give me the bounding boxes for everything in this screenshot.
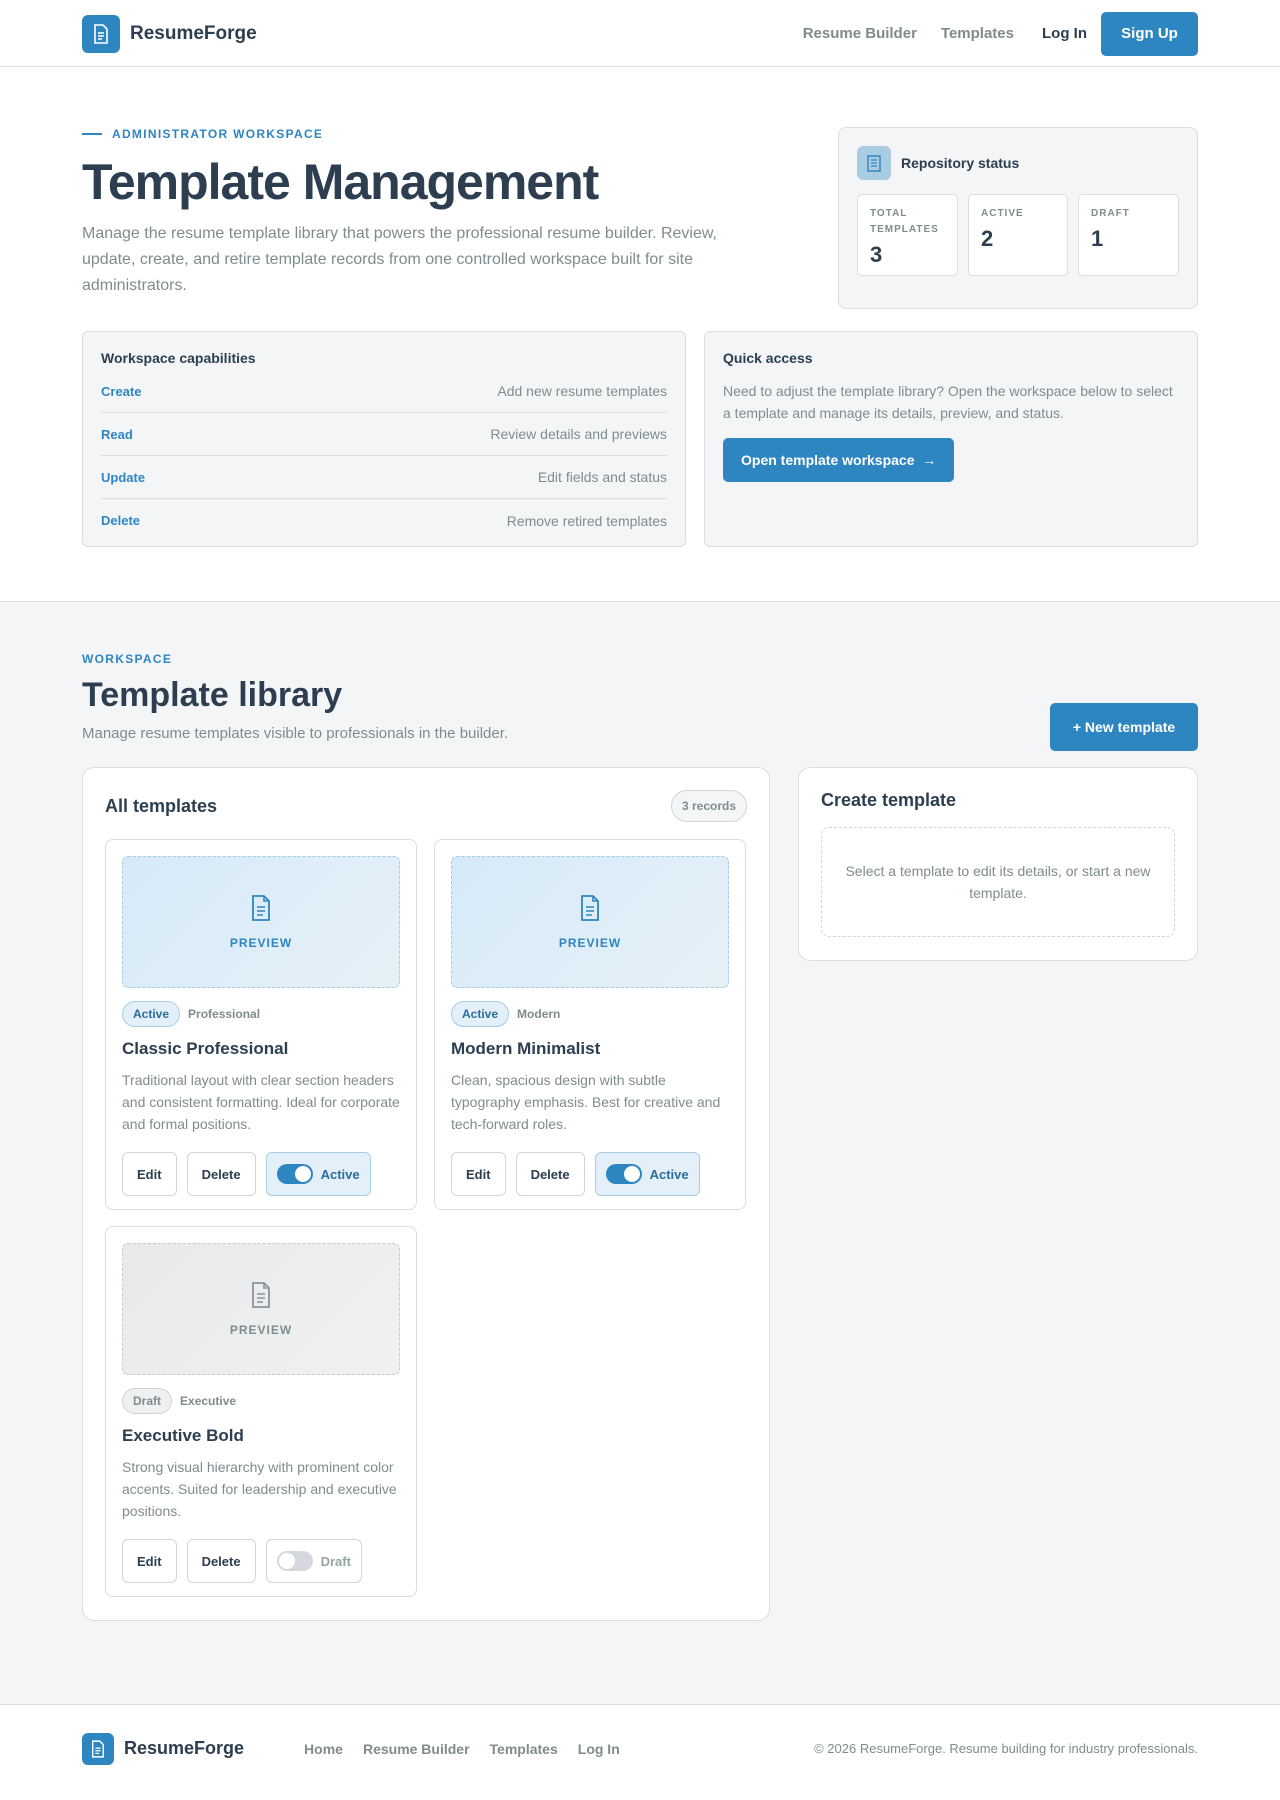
quick-access-text: Need to adjust the template library? Ope… bbox=[723, 383, 1173, 421]
status-title: Repository status bbox=[901, 155, 1020, 171]
status-badge: Active bbox=[451, 1001, 510, 1027]
hero-section: ADMINISTRATOR WORKSPACE Template Managem… bbox=[0, 67, 1280, 602]
footer-brand[interactable]: ResumeForge bbox=[82, 1732, 244, 1765]
category-label: Professional bbox=[188, 1007, 261, 1021]
capability-row: Delete Remove retired templates bbox=[101, 512, 667, 529]
stat-active: ACTIVE 2 bbox=[968, 194, 1069, 276]
nav-login[interactable]: Log In bbox=[1042, 25, 1087, 42]
template-preview[interactable]: PREVIEW bbox=[122, 1243, 400, 1375]
footer-link-resume-builder[interactable]: Resume Builder bbox=[363, 1741, 470, 1757]
template-preview[interactable]: PREVIEW bbox=[122, 856, 400, 988]
workspace-eyebrow: WORKSPACE bbox=[82, 652, 173, 666]
status-toggle[interactable]: Active bbox=[594, 1152, 700, 1196]
template-library-panel: All templates 3 records PREVIEW Active P… bbox=[82, 767, 770, 1621]
nav-resume-builder[interactable]: Resume Builder bbox=[803, 25, 917, 42]
open-workspace-button[interactable]: Open template workspace → bbox=[723, 438, 955, 482]
nav-templates[interactable]: Templates bbox=[941, 25, 1014, 42]
edit-button[interactable]: Edit bbox=[451, 1152, 506, 1196]
toggle-switch[interactable] bbox=[276, 1164, 313, 1184]
document-icon bbox=[251, 894, 271, 926]
edit-button[interactable]: Edit bbox=[122, 1152, 177, 1196]
toggle-switch[interactable] bbox=[276, 1551, 313, 1571]
main-nav: Resume Builder Templates Log In Sign Up bbox=[779, 11, 1198, 56]
edit-button[interactable]: Edit bbox=[122, 1539, 177, 1583]
template-description: Strong visual hierarchy with prominent c… bbox=[122, 1459, 397, 1519]
category-label: Executive bbox=[180, 1394, 237, 1408]
create-title: Create template bbox=[821, 790, 957, 810]
category-label: Modern bbox=[517, 1007, 561, 1021]
stat-total: TOTAL TEMPLATES 3 bbox=[857, 194, 958, 276]
delete-button[interactable]: Delete bbox=[186, 1152, 256, 1196]
repository-status-card: Repository status TOTAL TEMPLATES 3 ACTI… bbox=[838, 127, 1198, 309]
site-footer: ResumeForge Home Resume Builder Template… bbox=[0, 1705, 1280, 1792]
template-description: Traditional layout with clear section he… bbox=[122, 1072, 400, 1132]
status-toggle[interactable]: Active bbox=[265, 1152, 371, 1196]
brand-link[interactable]: ResumeForge bbox=[82, 14, 257, 53]
capability-row: Update Edit fields and status bbox=[101, 456, 667, 499]
toggle-switch[interactable] bbox=[605, 1164, 642, 1184]
footer-link-login[interactable]: Log In bbox=[578, 1741, 620, 1757]
delete-button[interactable]: Delete bbox=[515, 1152, 585, 1196]
workspace-title: Template library bbox=[82, 676, 343, 714]
status-badge: Active bbox=[122, 1001, 181, 1027]
copyright: © 2026 ResumeForge. Resume building for … bbox=[814, 1741, 1198, 1756]
stat-draft: DRAFT 1 bbox=[1078, 194, 1180, 276]
template-name: Executive Bold bbox=[122, 1426, 244, 1445]
create-template-panel: Create template Select a template to edi… bbox=[798, 767, 1198, 961]
quick-access-title: Quick access bbox=[723, 350, 813, 366]
document-icon bbox=[580, 894, 600, 926]
footer-link-home[interactable]: Home bbox=[304, 1741, 343, 1757]
workspace-section: WORKSPACE Template library Manage resume… bbox=[0, 602, 1280, 1705]
template-preview[interactable]: PREVIEW bbox=[451, 856, 729, 988]
document-icon bbox=[857, 146, 891, 180]
template-card[interactable]: PREVIEW Draft Executive Executive Bold S… bbox=[105, 1226, 417, 1597]
brand-name: ResumeForge bbox=[130, 22, 257, 44]
template-name: Classic Professional bbox=[122, 1039, 289, 1058]
template-card[interactable]: PREVIEW Active Modern Modern Minimalist … bbox=[434, 839, 746, 1210]
signup-button[interactable]: Sign Up bbox=[1101, 11, 1198, 56]
capabilities-title: Workspace capabilities bbox=[101, 350, 256, 366]
template-card[interactable]: PREVIEW Active Professional Classic Prof… bbox=[105, 839, 417, 1210]
template-name: Modern Minimalist bbox=[451, 1039, 601, 1058]
quick-access-panel: Quick access Need to adjust the template… bbox=[704, 331, 1198, 547]
document-icon bbox=[82, 14, 120, 53]
status-toggle[interactable]: Draft bbox=[265, 1539, 362, 1583]
hero-lead: Manage the resume template library that … bbox=[82, 225, 717, 294]
workspace-subtitle: Manage resume templates visible to profe… bbox=[82, 725, 509, 742]
status-badge: Draft bbox=[122, 1388, 173, 1414]
document-icon bbox=[82, 1732, 114, 1765]
empty-state: Select a template to edit its details, o… bbox=[821, 827, 1175, 937]
capability-row: Read Review details and previews bbox=[101, 413, 667, 456]
delete-button[interactable]: Delete bbox=[186, 1539, 256, 1583]
footer-link-templates[interactable]: Templates bbox=[490, 1741, 558, 1757]
new-template-button[interactable]: + New template bbox=[1050, 703, 1198, 751]
capability-row: Create Add new resume templates bbox=[101, 370, 667, 413]
capabilities-panel: Workspace capabilities Create Add new res… bbox=[82, 331, 686, 547]
document-icon bbox=[251, 1281, 271, 1313]
arrow-right-icon: → bbox=[922, 452, 937, 468]
library-title: All templates bbox=[105, 795, 218, 816]
footer-nav: Home Resume Builder Templates Log In bbox=[304, 1741, 620, 1757]
template-description: Clean, spacious design with subtle typog… bbox=[451, 1072, 721, 1132]
site-header: ResumeForge Resume Builder Templates Log… bbox=[0, 0, 1280, 67]
records-badge: 3 records bbox=[670, 790, 747, 822]
